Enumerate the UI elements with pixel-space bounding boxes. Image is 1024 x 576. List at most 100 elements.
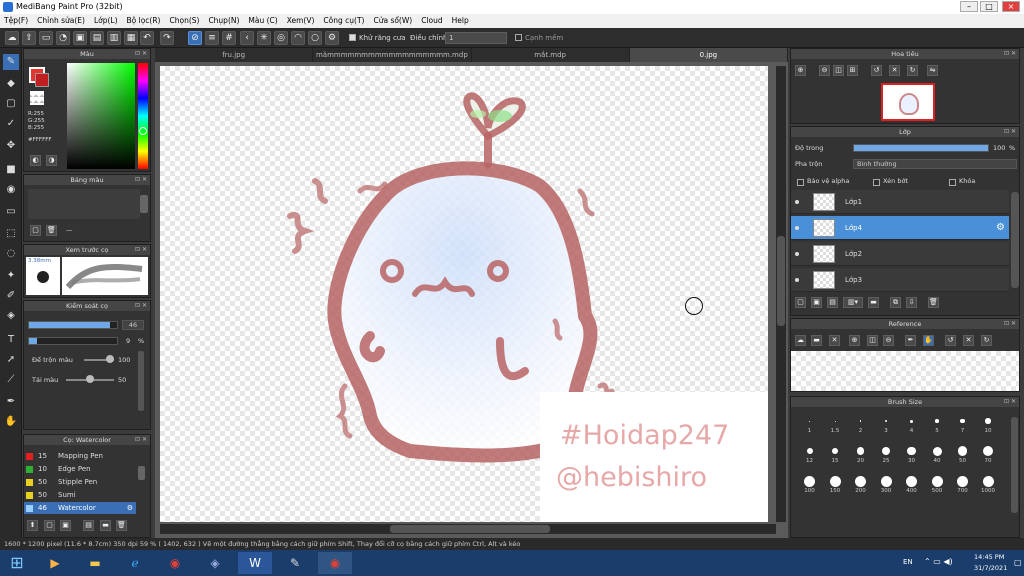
new-8bit-layer-icon[interactable]: ▤ [827,297,838,308]
gradient-tool-icon[interactable]: ▭ [3,204,19,220]
clock-time[interactable]: 14:45 PM [974,553,1004,561]
clock-date[interactable]: 31/7/2021 [974,564,1007,572]
undo-icon[interactable]: ↶ [140,31,154,45]
brush-size-option[interactable]: 15 [823,445,848,467]
ref-fit-icon[interactable]: ◫ [867,335,878,346]
rotate-reset-icon[interactable]: ✕ [889,65,900,76]
ref-rotate-left-icon[interactable]: ↺ [945,335,956,346]
brush-item[interactable]: 15 Mapping Pen [24,450,136,462]
canvas-horizontal-scrollbar[interactable] [160,524,776,534]
canvas-vertical-scrollbar[interactable] [776,66,786,522]
brush-size-option[interactable]: 10 [976,415,1001,437]
brush-size-option[interactable]: 1.5 [823,415,848,437]
brush-size-option[interactable]: 1 [797,415,822,437]
perspective-snap-icon[interactable]: ‹ [240,31,254,45]
hand-tool-icon[interactable]: ✋ [3,414,19,430]
selection-pen-icon[interactable]: ✓ [3,116,19,132]
clipping-checkbox[interactable] [873,179,880,186]
gear-icon[interactable]: ⚙ [996,216,1005,240]
horizontal-scroll-thumb[interactable] [390,525,550,533]
menu-cloud[interactable]: Cloud [421,14,442,28]
brush-size-option[interactable]: 70 [976,445,1001,467]
file-explorer-icon[interactable]: ▬ [78,552,112,574]
brush-size-option[interactable]: 700 [950,475,975,497]
radial-snap-icon[interactable]: ✳ [257,31,271,45]
brush-icon-4[interactable]: ▤ [83,520,94,531]
actual-size-icon[interactable]: ⊞ [847,65,858,76]
select-pen-icon[interactable]: ✐ [3,288,19,304]
palette-scrollbar[interactable] [140,195,148,213]
new-palette-icon[interactable]: ▢ [30,225,41,236]
hue-handle[interactable] [139,127,147,135]
rotate-left-icon[interactable]: ↺ [871,65,882,76]
delete-brush-icon[interactable]: 🗑 [116,520,127,531]
eraser-tool-icon[interactable]: ◆ [3,76,19,92]
ellipse-snap-icon[interactable]: ○ [308,31,322,45]
move-tool-icon[interactable]: ✥ [3,138,19,154]
duplicate-layer-icon[interactable]: ⧉ [890,297,901,308]
open-folder-icon[interactable]: ▬ [811,335,822,346]
layer-blend-select[interactable]: Bình thường [853,159,1017,169]
snap-off-icon[interactable]: ⊘ [188,31,202,45]
delete-palette-icon[interactable]: 🗑 [46,225,57,236]
grid-snap-icon[interactable]: # [222,31,236,45]
comment-icon[interactable]: ▭ [39,31,53,45]
brush-size-option[interactable]: 50 [950,445,975,467]
lock-checkbox[interactable] [949,179,956,186]
layer-row[interactable]: Lớp2 [791,242,1009,266]
brush-size-option[interactable]: 400 [899,475,924,497]
antialias-checkbox[interactable] [349,34,356,41]
internet-explorer-icon[interactable]: ℯ [118,552,152,574]
brush-folder-icon[interactable]: ▬ [100,520,111,531]
brush-size-option[interactable]: 2 [848,415,873,437]
palette-area[interactable] [28,189,140,219]
blend-handle[interactable] [106,355,114,363]
close-reference-icon[interactable]: ✕ [829,335,840,346]
magic-wand-icon[interactable]: ✦ [3,268,19,284]
eye-icon[interactable] [795,252,799,256]
brush-size-slider[interactable] [28,321,118,329]
delete-layer-icon[interactable]: 🗑 [928,297,939,308]
text-tool-icon[interactable]: T [3,332,19,348]
brush-opacity-slider[interactable] [28,337,118,345]
media-player-icon[interactable]: ▶ [38,552,72,574]
paint-icon[interactable]: ✎ [278,552,312,574]
input-language[interactable]: EN [903,558,913,566]
new-layer-icon[interactable]: ▢ [795,297,806,308]
brush-size-option[interactable]: 30 [899,445,924,467]
brush-size-option[interactable]: 25 [874,445,899,467]
brush-icon-3[interactable]: ▣ [60,520,71,531]
protect-alpha-checkbox[interactable] [797,179,804,186]
menu-view[interactable]: Xem(V) [287,14,315,28]
brush-size-option[interactable]: 100 [797,475,822,497]
new-halftone-layer-icon[interactable]: ▣ [811,297,822,308]
menu-tools[interactable]: Công cụ(T) [323,14,364,28]
tab-0-jpg[interactable]: 0.jpg [629,48,788,62]
brush-size-option[interactable]: 200 [848,475,873,497]
ref-hand-icon[interactable]: ✋ [923,335,934,346]
lasso-tool-icon[interactable]: ◌ [3,246,19,262]
eye-icon[interactable] [795,200,799,204]
transparent-swatch[interactable] [30,91,44,105]
brush-size-option[interactable]: 12 [797,445,822,467]
vertical-scroll-thumb[interactable] [777,236,785,326]
dot-tool-icon[interactable]: ▢ [3,96,19,112]
brush-size-option[interactable]: 1000 [976,475,1001,497]
ref-rotate-right-icon[interactable]: ↻ [981,335,992,346]
color-picker-icon[interactable]: ◑ [46,155,57,166]
brush-icon-2[interactable]: ▢ [44,520,55,531]
merge-layer-icon[interactable]: ⇩ [906,297,917,308]
eye-icon[interactable] [795,278,799,282]
fit-icon[interactable]: ◫ [833,65,844,76]
brush-size-scrollbar[interactable] [1011,417,1018,513]
rotate-right-icon[interactable]: ↻ [907,65,918,76]
settings-icon[interactable]: ⚙ [325,31,339,45]
close-button[interactable]: × [1002,1,1020,12]
upload-icon[interactable]: ⇪ [22,31,36,45]
new-layer-menu-icon[interactable]: ▥▾ [843,297,863,308]
layer-row[interactable]: Lớp1 [791,190,1009,214]
zoom-out-icon[interactable]: ⊖ [819,65,830,76]
ref-zoom-out-icon[interactable]: ⊖ [883,335,894,346]
cloud-open-icon[interactable]: ☁ [795,335,806,346]
divide-tool-icon[interactable]: ⟋ [3,372,19,388]
